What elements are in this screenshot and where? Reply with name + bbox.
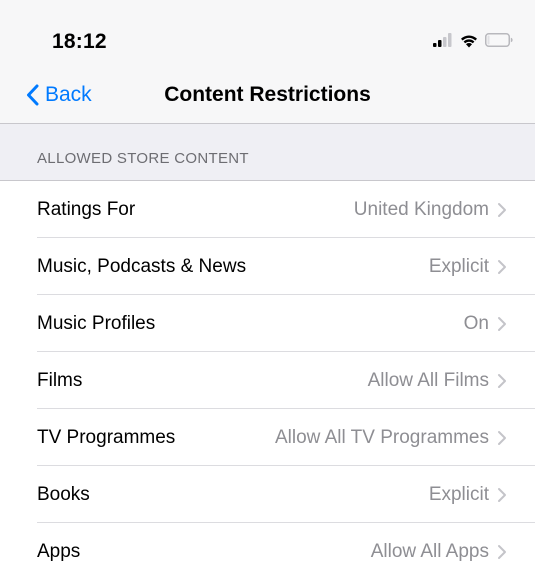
row-value: United Kingdom bbox=[353, 198, 489, 220]
cellular-signal-icon bbox=[433, 33, 452, 47]
row-value: On bbox=[463, 312, 489, 334]
row-label: Books bbox=[37, 483, 90, 505]
section-header-label: ALLOWED STORE CONTENT bbox=[37, 150, 249, 167]
row-ratings-for[interactable]: Ratings For United Kingdom bbox=[0, 181, 535, 238]
row-value: Allow All Apps bbox=[370, 540, 489, 562]
row-label: Ratings For bbox=[37, 198, 136, 220]
status-icons bbox=[433, 30, 513, 50]
section-header: ALLOWED STORE CONTENT bbox=[0, 124, 535, 181]
row-films[interactable]: Films Allow All Films bbox=[0, 352, 535, 409]
row-apps[interactable]: Apps Allow All Apps bbox=[0, 523, 535, 580]
row-value: Allow All TV Programmes bbox=[275, 426, 489, 448]
chevron-right-icon bbox=[498, 202, 506, 217]
navigation-bar: Back Content Restrictions bbox=[0, 70, 535, 124]
row-value: Explicit bbox=[428, 255, 489, 277]
settings-list: Ratings For United Kingdom Music, Podcas… bbox=[0, 181, 535, 580]
chevron-right-icon bbox=[498, 316, 506, 331]
battery-icon bbox=[485, 33, 513, 47]
row-label: TV Programmes bbox=[37, 426, 176, 448]
row-books[interactable]: Books Explicit bbox=[0, 466, 535, 523]
chevron-right-icon bbox=[498, 544, 506, 559]
row-music-podcasts-news[interactable]: Music, Podcasts & News Explicit bbox=[0, 238, 535, 295]
chevron-right-icon bbox=[498, 373, 506, 388]
row-label: Music, Podcasts & News bbox=[37, 255, 247, 277]
page-title: Content Restrictions bbox=[164, 83, 371, 106]
row-value: Explicit bbox=[428, 483, 489, 505]
chevron-right-icon bbox=[498, 259, 506, 274]
row-tv-programmes[interactable]: TV Programmes Allow All TV Programmes bbox=[0, 409, 535, 466]
row-label: Music Profiles bbox=[37, 312, 156, 334]
wifi-icon bbox=[461, 35, 477, 47]
row-label: Apps bbox=[37, 540, 81, 562]
chevron-right-icon bbox=[498, 487, 506, 502]
row-label: Films bbox=[37, 369, 83, 391]
row-music-profiles[interactable]: Music Profiles On bbox=[0, 295, 535, 352]
status-bar: 18:12 bbox=[0, 0, 535, 70]
chevron-right-icon bbox=[498, 430, 506, 445]
row-value: Allow All Films bbox=[367, 369, 489, 391]
status-time: 18:12 bbox=[52, 30, 107, 53]
